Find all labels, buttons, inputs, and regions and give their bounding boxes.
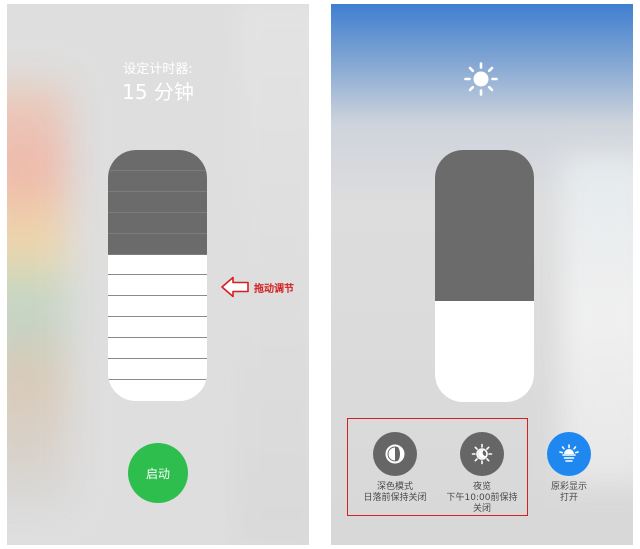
dark-mode-icon <box>385 444 405 464</box>
brightness-panel: 深色模式 日落前保持关闭 夜览 下午10:00前保持 关闭 原彩显示 打开 <box>331 4 633 545</box>
drag-hint-text: 拖动调节 <box>254 284 294 295</box>
timer-segment <box>108 296 207 318</box>
timer-segment <box>108 254 207 276</box>
timer-segment <box>108 317 207 339</box>
night-shift-button[interactable] <box>460 432 504 476</box>
night-shift-status-cont: 关闭 <box>472 504 491 514</box>
timer-segment <box>108 380 207 401</box>
timer-segment <box>108 191 207 213</box>
blurred-background <box>7 84 67 504</box>
night-shift-icon <box>471 443 493 465</box>
timer-segment <box>108 233 207 255</box>
timer-panel: 设定计时器: 15 分钟 拖动调节 启动 <box>7 4 309 545</box>
timer-segment <box>108 212 207 234</box>
timer-slider[interactable] <box>108 150 207 401</box>
timer-label: 设定计时器: <box>123 62 193 77</box>
true-tone-icon <box>559 444 579 462</box>
arrow-left-icon <box>221 276 249 298</box>
true-tone-title: 原彩显示 <box>550 482 587 492</box>
brightness-slider[interactable] <box>435 150 534 402</box>
timer-segment <box>108 338 207 360</box>
true-tone-status: 打开 <box>559 493 578 503</box>
timer-segment <box>108 170 207 192</box>
sun-icon <box>464 62 498 96</box>
timer-segment <box>108 359 207 381</box>
timer-segment <box>108 275 207 297</box>
timer-segment <box>108 150 207 171</box>
true-tone-label: 原彩显示 打开 <box>514 482 624 504</box>
true-tone-button[interactable] <box>547 432 591 476</box>
dark-mode-button[interactable] <box>373 432 417 476</box>
timer-value: 15 分钟 <box>122 80 194 104</box>
start-button[interactable]: 启动 <box>128 443 188 503</box>
brightness-slider-unfilled <box>435 150 534 302</box>
